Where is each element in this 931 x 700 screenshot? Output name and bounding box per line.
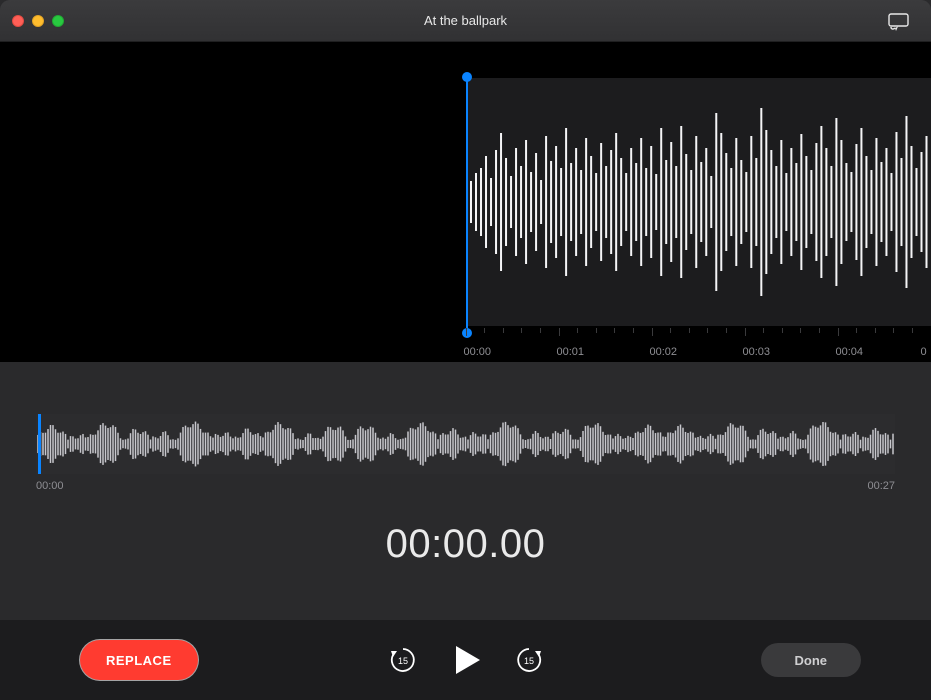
tick-minor	[596, 328, 597, 333]
overview-end-time: 00:27	[867, 480, 895, 492]
done-button[interactable]: Done	[761, 643, 862, 677]
overview-start-time: 00:00	[36, 480, 64, 492]
tick-minor	[484, 328, 485, 333]
tick-minor	[819, 328, 820, 333]
tick-label: 00:02	[650, 346, 678, 358]
zoomed-waveform[interactable]	[466, 78, 931, 326]
tick-label: 00:00	[464, 346, 492, 358]
window-title: At the ballpark	[424, 13, 507, 28]
skip-forward-icon: 15	[514, 645, 544, 675]
zoom-window-button[interactable]	[52, 15, 64, 27]
zoomed-waveform-area: 00:00 00:01 00:02 00:03 00:04 0	[0, 42, 931, 362]
playback-controls: 15 15	[388, 642, 544, 678]
tick-major	[652, 328, 653, 336]
tick-minor	[521, 328, 522, 333]
tick-minor	[856, 328, 857, 333]
tick-minor	[577, 328, 578, 333]
controls-bar: REPLACE 15 15 Done	[0, 620, 931, 700]
minimize-window-button[interactable]	[32, 15, 44, 27]
trim-button[interactable]	[879, 7, 919, 35]
tick-label: 00:04	[836, 346, 864, 358]
tick-major	[838, 328, 839, 336]
skip-forward-15-button[interactable]: 15	[514, 645, 544, 675]
tick-minor	[614, 328, 615, 333]
tick-minor	[633, 328, 634, 333]
tick-minor	[707, 328, 708, 333]
tick-minor	[912, 328, 913, 333]
tick-minor	[689, 328, 690, 333]
tick-minor	[800, 328, 801, 333]
titlebar: At the ballpark	[0, 0, 931, 42]
tick-minor	[763, 328, 764, 333]
skip-back-15-button[interactable]: 15	[388, 645, 418, 675]
tick-minor	[726, 328, 727, 333]
tick-minor	[893, 328, 894, 333]
tick-label: 00:03	[743, 346, 771, 358]
tick-label: 00:01	[557, 346, 585, 358]
overview-time-labels: 00:00 00:27	[36, 480, 895, 492]
overview-waveform[interactable]	[36, 414, 895, 474]
trim-icon	[887, 11, 911, 31]
overview-area: 00:00 00:27	[0, 362, 931, 492]
tick-minor	[503, 328, 504, 333]
skip-back-icon: 15	[388, 645, 418, 675]
overview-waveform-graphic	[36, 414, 895, 474]
waveform-graphic	[466, 78, 931, 326]
tick-major	[745, 328, 746, 336]
tick-major	[466, 328, 467, 336]
tick-minor	[875, 328, 876, 333]
close-window-button[interactable]	[12, 15, 24, 27]
tick-label: 0	[921, 346, 927, 358]
playhead-overview[interactable]	[38, 414, 41, 474]
tick-minor	[782, 328, 783, 333]
tick-major	[559, 328, 560, 336]
svg-text:15: 15	[523, 656, 533, 666]
window-controls	[12, 15, 64, 27]
zoom-time-ruler: 00:00 00:01 00:02 00:03 00:04 0	[466, 326, 931, 362]
tick-minor	[670, 328, 671, 333]
play-icon	[448, 642, 484, 678]
play-button[interactable]	[448, 642, 484, 678]
tick-minor	[540, 328, 541, 333]
current-time-display: 00:00.00	[0, 522, 931, 567]
svg-text:15: 15	[397, 656, 407, 666]
replace-button[interactable]: REPLACE	[80, 640, 198, 680]
